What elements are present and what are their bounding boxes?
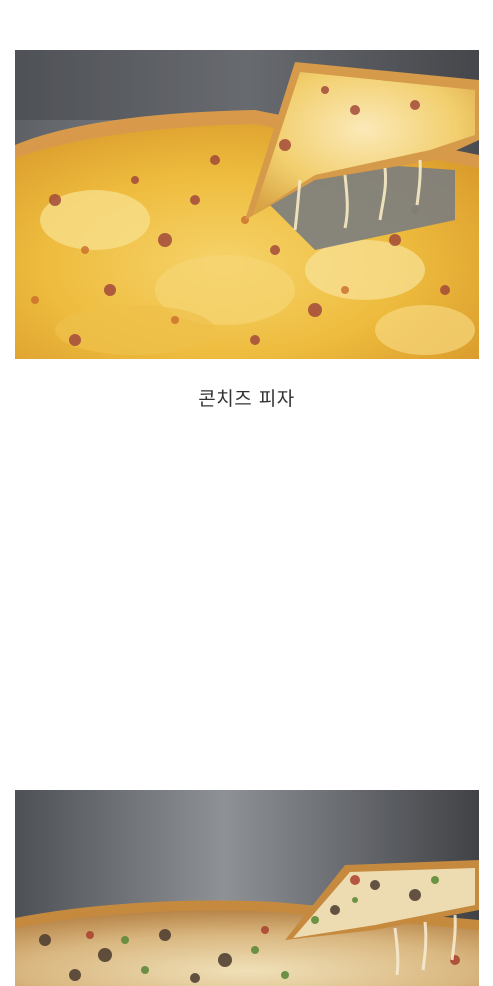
pizza-photo-topped — [15, 790, 479, 986]
topped-pizza-image — [15, 790, 479, 986]
pizza-photo-corn-cheese — [15, 50, 479, 359]
pizza-caption: 콘치즈 피자 — [198, 388, 295, 410]
corn-cheese-pizza-image — [15, 50, 479, 359]
